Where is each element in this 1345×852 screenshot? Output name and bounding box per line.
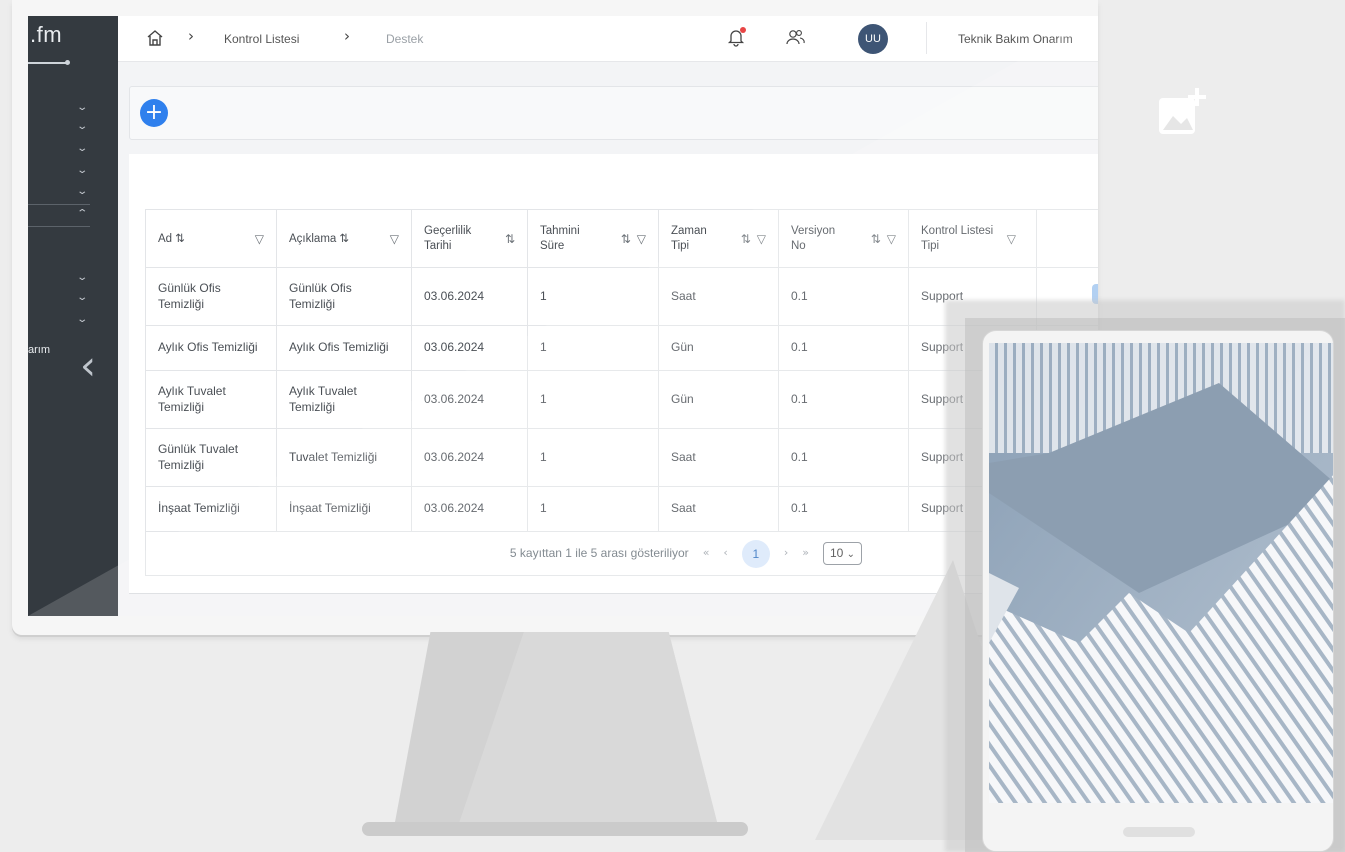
sort-icon[interactable]: ⇅: [175, 231, 185, 245]
add-image-icon[interactable]: [1157, 86, 1209, 138]
filter-icon[interactable]: ▽: [255, 232, 264, 246]
sidebar-menu-chevron-icon[interactable]: ⌄: [76, 292, 88, 303]
tablet-wallpaper: [989, 343, 1333, 803]
sidebar: .fm ⌄ ⌄ ⌄ ⌄ ⌄ ⌄ ⌄ ⌄ ⌄ arım ‹: [28, 16, 118, 616]
sort-icon[interactable]: ⇅: [505, 232, 515, 246]
topbar: › Kontrol Listesi › Destek UU Teknik Bak…: [118, 16, 1098, 62]
sidebar-menu-chevron-icon[interactable]: ⌄: [76, 186, 88, 197]
column-header-ad[interactable]: Ad ⇅ ▽: [145, 209, 277, 268]
sidebar-divider: [28, 204, 90, 205]
filter-icon[interactable]: ▽: [390, 232, 399, 246]
column-header-tahmini-sure[interactable]: Tahmini Süre ⇅ ▽: [527, 209, 659, 268]
monitor-frame: .fm ⌄ ⌄ ⌄ ⌄ ⌄ ⌄ ⌄ ⌄ ⌄ arım ‹ › Kontrol L…: [12, 0, 1098, 635]
sidebar-menu-chevron-icon[interactable]: ⌄: [76, 165, 88, 176]
cell-ad: Günlük Ofis Temizliği: [145, 267, 277, 326]
column-label: Tahmini Süre: [540, 225, 580, 252]
sidebar-item-label[interactable]: arım: [28, 344, 50, 356]
sidebar-menu-chevron-icon[interactable]: ⌄: [76, 314, 88, 325]
breadcrumb-separator-icon: ›: [344, 27, 350, 45]
home-icon[interactable]: [146, 29, 164, 52]
chevron-left-icon[interactable]: ‹: [80, 346, 96, 386]
column-header-gecerlilik-tarihi[interactable]: Geçerlilik Tarihi ⇅: [411, 209, 528, 268]
cell-ad: Aylık Ofis Temizliği: [145, 325, 277, 371]
breadcrumb-current: Destek: [386, 32, 424, 46]
sidebar-menu-chevron-up-icon[interactable]: ⌄: [76, 206, 88, 217]
breadcrumb-separator-icon: ›: [188, 27, 194, 45]
brand-logo: .fm: [30, 22, 63, 47]
topbar-divider: [926, 22, 927, 54]
monitor-base: [362, 822, 748, 836]
cell-ad: Aylık Tuvalet Temizliği: [145, 370, 277, 429]
sidebar-menu-chevron-icon[interactable]: ⌄: [76, 272, 88, 283]
column-header-aciklama[interactable]: Açıklama ⇅ ▽: [276, 209, 412, 268]
tablet-home-bar: [1123, 827, 1195, 837]
sort-icon[interactable]: ⇅: [340, 231, 350, 245]
column-label: Ad: [158, 232, 173, 245]
cell-tarih: 03.06.2024: [411, 267, 528, 326]
sort-icon[interactable]: ⇅: [621, 232, 631, 246]
notification-dot: [740, 27, 746, 33]
avatar[interactable]: UU: [858, 24, 888, 54]
bell-icon[interactable]: [726, 27, 746, 52]
sidebar-menu-chevron-icon[interactable]: ⌄: [76, 143, 88, 154]
filter-icon[interactable]: ▽: [637, 232, 646, 246]
brand-underline: [28, 60, 70, 65]
app-screen: .fm ⌄ ⌄ ⌄ ⌄ ⌄ ⌄ ⌄ ⌄ ⌄ arım ‹ › Kontrol L…: [28, 16, 1098, 616]
cell-aciklama: Aylık Ofis Temizliği: [276, 325, 412, 371]
column-label: Geçerlilik Tarihi: [424, 225, 472, 252]
add-button[interactable]: +: [140, 99, 168, 127]
users-icon[interactable]: [784, 27, 806, 52]
breadcrumb-item[interactable]: Kontrol Listesi: [224, 32, 299, 46]
tablet-device: [982, 330, 1334, 852]
cell-ad: Günlük Tuvalet Temizliği: [145, 428, 277, 487]
plus-icon: +: [144, 100, 164, 125]
cell-aciklama: Günlük Ofis Temizliği: [276, 267, 412, 326]
sidebar-divider: [28, 226, 90, 227]
column-label: Açıklama: [289, 232, 337, 245]
sidebar-menu-chevron-icon[interactable]: ⌄: [76, 121, 88, 132]
sidebar-menu-chevron-icon[interactable]: ⌄: [76, 102, 88, 113]
